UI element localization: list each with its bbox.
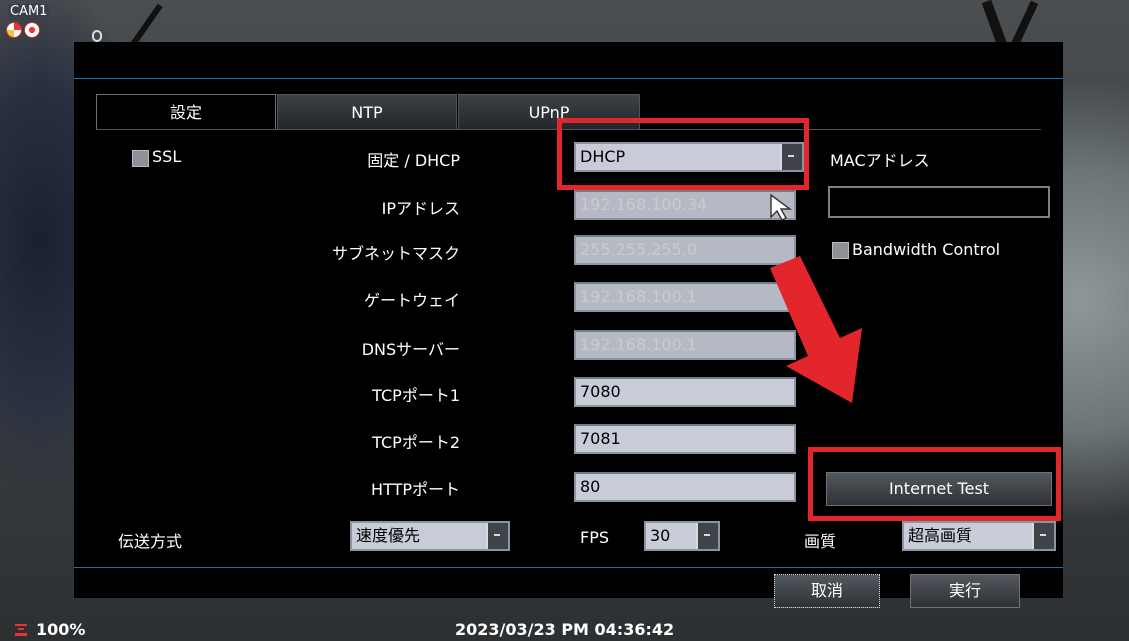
subnet-mask-field[interactable]: 255.255.255.0: [574, 235, 796, 265]
status-bar: 100% 2023/03/23 PM 04:36:42: [0, 620, 1129, 641]
microphone-icon: [92, 30, 102, 42]
tcp-port1-field[interactable]: 7080: [574, 377, 796, 407]
tcp-port2-label: TCPポート2: [372, 433, 460, 452]
mac-address-field: [828, 186, 1050, 218]
ip-address-field[interactable]: 192.168.100.34: [574, 190, 796, 220]
transfer-mode-value: 速度優先: [356, 526, 421, 545]
footer-divider: [74, 567, 1063, 568]
mode-select-value: DHCP: [580, 147, 626, 166]
chevron-down-icon[interactable]: [486, 523, 508, 549]
internet-test-button[interactable]: Internet Test: [826, 472, 1052, 506]
tab-settings[interactable]: 設定: [96, 94, 276, 130]
tab-baseline: [96, 129, 1041, 130]
gateway-field[interactable]: 192.168.100.1: [574, 282, 796, 312]
tcp-port2-field[interactable]: 7081: [574, 424, 796, 454]
quality-value: 超高画質: [908, 526, 973, 545]
camera-label: CAM1: [8, 4, 50, 20]
chevron-down-icon[interactable]: [1032, 523, 1054, 549]
zoom-level: 100%: [36, 620, 86, 639]
execute-button[interactable]: 実行: [910, 574, 1020, 608]
ssl-label: SSL: [152, 147, 182, 166]
quality-select[interactable]: 超高画質: [902, 521, 1056, 551]
tab-ntp[interactable]: NTP: [277, 94, 457, 130]
mode-label: 固定 / DHCP: [367, 151, 460, 170]
ip-label: IPアドレス: [381, 199, 460, 218]
mode-select[interactable]: DHCP: [574, 142, 804, 172]
http-port-field[interactable]: 80: [574, 472, 796, 502]
record-icon: [24, 22, 40, 38]
tab-upnp[interactable]: UPnP: [458, 94, 640, 130]
camera-status-icons: [6, 22, 40, 38]
zoom-icon: [15, 624, 27, 636]
cancel-button[interactable]: 取消: [774, 574, 880, 608]
datetime-display: 2023/03/23 PM 04:36:42: [455, 620, 675, 639]
bandwidth-control-label: Bandwidth Control: [852, 240, 1001, 259]
transfer-mode-label: 伝送方式: [118, 532, 183, 551]
network-settings-dialog: 設定 NTP UPnP SSL 固定 / DHCP IPアドレス サブネットマス…: [74, 42, 1063, 608]
tcp-port1-label: TCPポート1: [372, 386, 460, 405]
fps-value: 30: [650, 526, 671, 545]
header-divider: [74, 78, 1063, 79]
http-port-label: HTTPポート: [371, 480, 460, 499]
fps-label: FPS: [580, 528, 610, 547]
chevron-down-icon[interactable]: [696, 523, 718, 549]
dns-label: DNSサーバー: [361, 340, 460, 359]
transfer-mode-select[interactable]: 速度優先: [350, 521, 510, 551]
subnet-label: サブネットマスク: [331, 244, 460, 263]
fps-select[interactable]: 30: [644, 521, 720, 551]
chevron-down-icon[interactable]: [780, 144, 802, 170]
gateway-label: ゲートウェイ: [363, 291, 460, 310]
dns-server-field[interactable]: 192.168.100.1: [574, 330, 796, 360]
bandwidth-control-checkbox[interactable]: [832, 242, 849, 259]
mac-address-label: MACアドレス: [830, 151, 930, 170]
motion-icon: [6, 22, 22, 38]
quality-label: 画質: [804, 532, 837, 551]
ssl-checkbox[interactable]: [132, 150, 149, 167]
